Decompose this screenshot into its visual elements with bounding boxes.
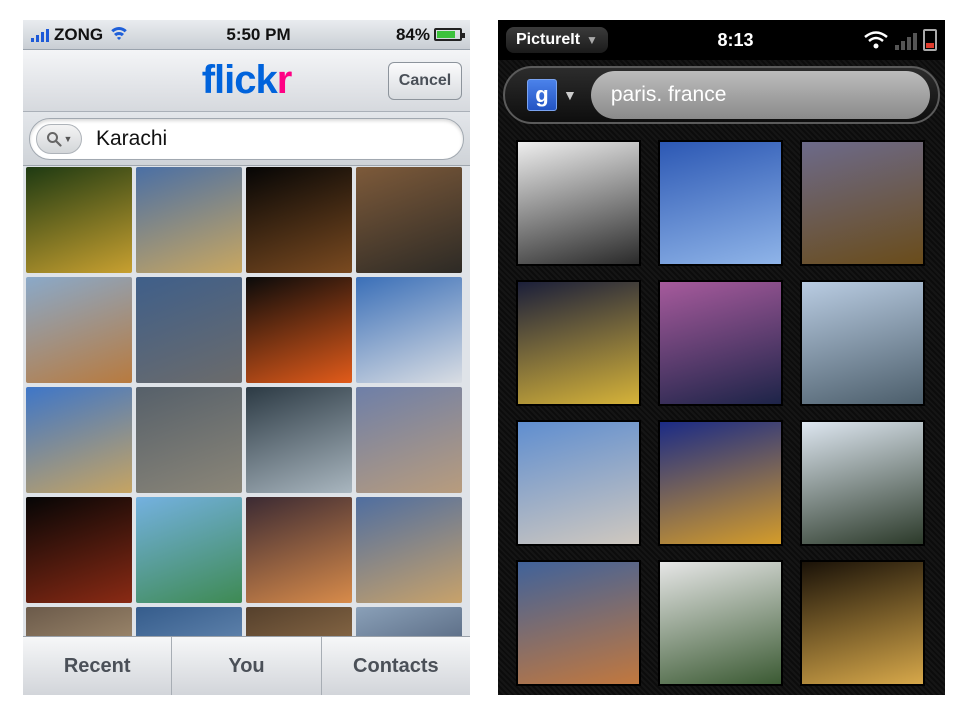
flickr-logo: flickr [201, 58, 293, 103]
photo-thumbnail[interactable] [356, 167, 462, 273]
photo-thumbnail[interactable] [516, 280, 641, 406]
photo-thumbnail[interactable] [246, 387, 352, 493]
app-name: PictureIt [516, 31, 581, 48]
photo-thumbnail[interactable] [800, 280, 925, 406]
signal-icon [31, 28, 49, 42]
status-time: 8:13 [717, 29, 754, 50]
photo-thumbnail[interactable] [658, 420, 783, 546]
photo-thumbnail[interactable] [800, 420, 925, 546]
search-bar: g ▼ paris. france [498, 60, 945, 130]
photo-thumbnail[interactable] [516, 140, 641, 266]
flickr-header: flickr Cancel [23, 50, 470, 112]
photo-thumbnail[interactable] [26, 167, 132, 273]
photo-thumbnail[interactable] [246, 167, 352, 273]
wifi-icon [108, 26, 131, 43]
logo-part-pink: r [276, 58, 293, 102]
photo-thumbnail[interactable] [26, 497, 132, 603]
photo-thumbnail[interactable] [516, 560, 641, 686]
search-engine-selector[interactable]: g ▼ [509, 79, 591, 111]
comparison-screenshot: ZONG 5:50 PM 84% flickr Cancel ▼ Karachi… [0, 0, 957, 714]
cancel-button[interactable]: Cancel [388, 62, 462, 100]
flickr-app-screen: ZONG 5:50 PM 84% flickr Cancel ▼ Karachi… [23, 20, 470, 695]
photo-thumbnail[interactable] [658, 140, 783, 266]
photo-thumbnail[interactable] [136, 387, 242, 493]
photo-thumbnail[interactable] [246, 277, 352, 383]
search-bar: ▼ Karachi [23, 112, 470, 166]
thumbnail-grid [23, 167, 470, 695]
signal-icon [895, 30, 917, 50]
photo-thumbnail[interactable] [800, 560, 925, 686]
status-icons [863, 29, 937, 51]
pictureit-app-screen: PictureIt ▼ 8:13 g ▼ paris. france [498, 20, 945, 695]
carrier-group: ZONG [31, 25, 181, 45]
tab-contacts[interactable]: Contacts [322, 637, 470, 695]
battery-percent: 84% [395, 24, 430, 44]
photo-thumbnail[interactable] [356, 387, 462, 493]
google-icon: g [527, 79, 557, 111]
photo-thumbnail[interactable] [658, 280, 783, 406]
photo-grid [516, 140, 925, 686]
search-icon [46, 131, 62, 147]
photo-thumbnail[interactable] [658, 560, 783, 686]
chevron-down-icon: ▼ [563, 87, 577, 103]
photo-thumbnail[interactable] [136, 167, 242, 273]
photo-thumbnail[interactable] [516, 420, 641, 546]
chevron-down-icon: ▼ [586, 33, 598, 47]
search-input[interactable]: ▼ Karachi [29, 117, 464, 160]
battery-icon [923, 29, 937, 51]
search-scope-button[interactable]: ▼ [36, 123, 82, 154]
photo-thumbnail[interactable] [26, 277, 132, 383]
photo-thumbnail[interactable] [136, 497, 242, 603]
photo-thumbnail[interactable] [356, 497, 462, 603]
search-value: Karachi [96, 126, 168, 150]
webos-status-bar: PictureIt ▼ 8:13 [498, 20, 945, 60]
photo-thumbnail[interactable] [26, 387, 132, 493]
status-time: 5:50 PM [226, 24, 291, 44]
photo-thumbnail[interactable] [356, 277, 462, 383]
tab-bar: Recent You Contacts [23, 636, 470, 695]
tab-recent[interactable]: Recent [23, 637, 173, 695]
battery-group: 84% [395, 24, 465, 45]
search-input[interactable]: paris. france [590, 71, 930, 119]
tab-you[interactable]: You [172, 637, 322, 695]
chevron-down-icon: ▼ [63, 133, 73, 144]
battery-icon [434, 28, 465, 41]
ios-status-bar: ZONG 5:50 PM 84% [23, 20, 470, 50]
photo-thumbnail[interactable] [136, 277, 242, 383]
search-container: g ▼ paris. france [503, 66, 940, 124]
carrier-name: ZONG [54, 24, 104, 44]
app-menu-button[interactable]: PictureIt ▼ [506, 27, 608, 53]
photo-thumbnail[interactable] [246, 497, 352, 603]
logo-part-blue: flick [201, 58, 278, 102]
wifi-icon [864, 31, 888, 49]
photo-thumbnail[interactable] [800, 140, 925, 266]
